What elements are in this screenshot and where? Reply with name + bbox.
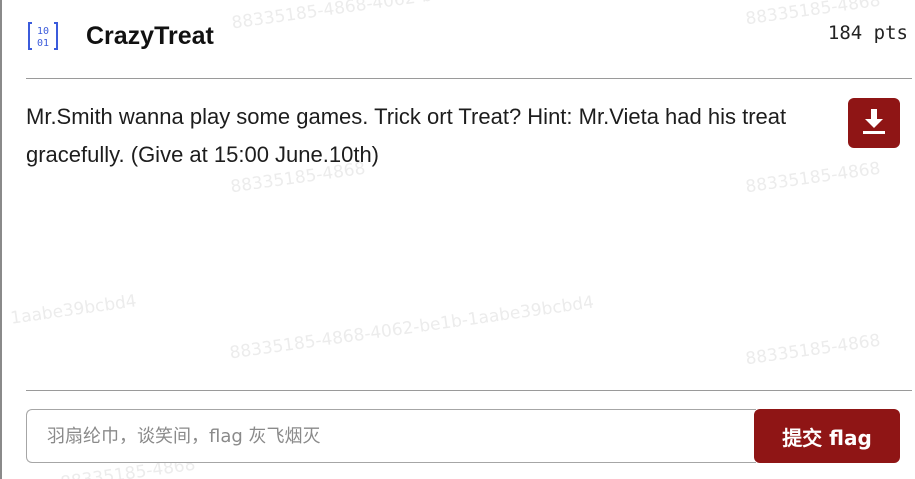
binary-icon: 10 01: [26, 19, 60, 53]
watermark-text: 1aabe39bcbd4: [9, 291, 138, 329]
watermark-text: 88335185-4868: [744, 330, 882, 370]
svg-text:10: 10: [37, 26, 49, 37]
svg-text:01: 01: [37, 38, 49, 49]
download-icon: [861, 107, 887, 140]
challenge-points: 184 pts: [827, 22, 908, 44]
flag-form: 提交 flag: [26, 409, 900, 463]
challenge-title: CrazyTreat: [86, 21, 214, 50]
left-border: [0, 0, 2, 479]
watermark-text: 88335185-4868-4062-be1b-1aabe39bcbd4: [228, 292, 596, 364]
divider-bottom: [26, 390, 912, 391]
challenge-description: Mr.Smith wanna play some games. Trick or…: [26, 104, 787, 167]
download-button[interactable]: [848, 98, 900, 148]
divider-top: [26, 78, 912, 79]
flag-input[interactable]: [26, 409, 756, 463]
challenge-header: 10 01 CrazyTreat 184 pts: [26, 16, 908, 56]
submit-flag-button[interactable]: 提交 flag: [754, 409, 900, 463]
